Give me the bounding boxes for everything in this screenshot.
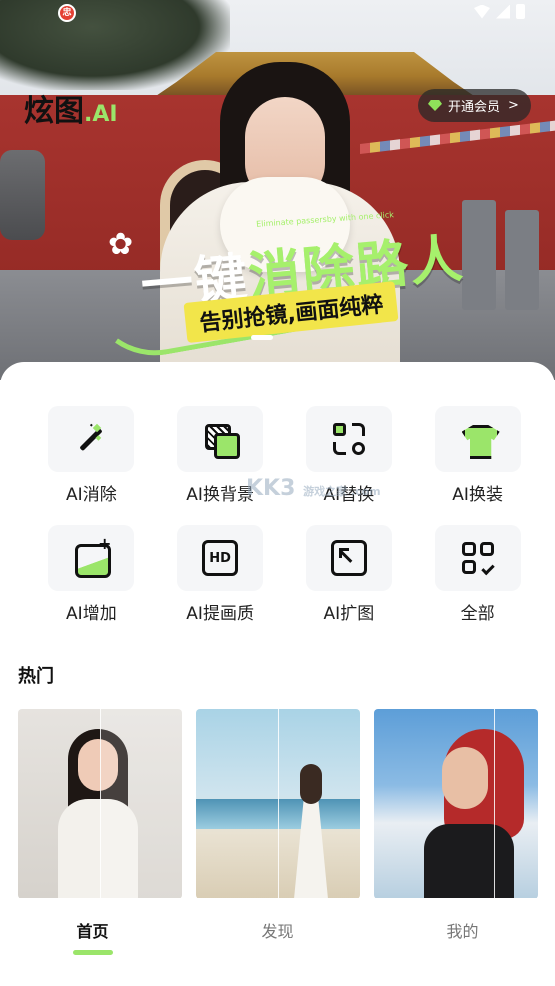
- watermark-text: KK3: [246, 476, 296, 501]
- compare-divider: [278, 709, 279, 899]
- bottom-tab-bar: 首页 发现 我的: [0, 898, 555, 986]
- tool-label: AI换装: [452, 485, 503, 505]
- watermark-sub: 游戏之家 .com: [303, 485, 381, 498]
- battery-icon: [516, 4, 525, 19]
- tab-active-indicator: [72, 950, 113, 955]
- banner-stone-lion: [0, 150, 45, 240]
- hot-card[interactable]: [374, 709, 538, 899]
- hot-card-list: [18, 709, 538, 899]
- hot-card-image: [292, 764, 332, 899]
- tool-label: 全部: [460, 604, 495, 624]
- banner-page-indicator: [251, 335, 273, 340]
- hero-banner[interactable]: ✿ Eliminate passersby with one click 一键消…: [0, 0, 555, 380]
- tool-ai-erase[interactable]: AI消除: [27, 406, 156, 505]
- tab-label: 我的: [446, 922, 479, 941]
- diamond-icon: [428, 100, 442, 111]
- tool-icon-tile: [434, 406, 521, 472]
- tool-label: AI提画质: [186, 604, 254, 624]
- hot-card[interactable]: [18, 709, 182, 899]
- tab-indicator: [258, 950, 298, 955]
- tab-label: 首页: [76, 922, 109, 941]
- tool-icon-tile: [305, 525, 392, 591]
- banner-pillar: [462, 200, 496, 310]
- tool-ai-expand[interactable]: AI扩图: [285, 525, 414, 624]
- vip-button-label: 开通会员: [448, 100, 501, 115]
- add-image-icon: [73, 534, 112, 578]
- tool-icon-tile: [434, 525, 521, 591]
- watermark-logo: KK3 游戏之家 .com: [246, 476, 381, 501]
- tool-label: AI消除: [66, 485, 117, 505]
- wifi-icon: [474, 4, 490, 19]
- tool-ai-enhance[interactable]: HD AI提画质: [156, 525, 285, 624]
- tool-label: AI换背景: [186, 485, 254, 505]
- tool-icon-tile: [305, 406, 392, 472]
- app-logo: 炫图.AI: [24, 86, 118, 130]
- layers-icon: [202, 421, 241, 459]
- content-sheet: AI消除 AI换背景 AI替换 AI换装 AI增加 HD AI提画质 AI扩图: [0, 362, 555, 902]
- expand-icon: [330, 540, 367, 576]
- compare-overlay: [100, 709, 182, 899]
- tool-all[interactable]: 全部: [413, 525, 542, 624]
- tab-indicator: [443, 950, 483, 955]
- tool-icon-tile: [177, 406, 264, 472]
- logo-text: 炫图: [24, 94, 84, 129]
- vip-button[interactable]: 开通会员 >: [418, 89, 531, 122]
- chevron-right-icon: >: [508, 98, 519, 113]
- tool-ai-add[interactable]: AI增加: [27, 525, 156, 624]
- tab-mine[interactable]: 我的: [370, 898, 555, 986]
- status-icons: [474, 4, 525, 19]
- compare-divider: [493, 709, 495, 899]
- app-notification-icon: 忠: [58, 4, 76, 22]
- tool-icon-tile: [48, 406, 135, 472]
- tab-home[interactable]: 首页: [0, 898, 185, 986]
- status-bar: 忠: [0, 0, 555, 28]
- tab-label: 发现: [261, 922, 294, 941]
- hot-card[interactable]: [196, 709, 360, 899]
- tool-icon-tile: [48, 525, 135, 591]
- hd-icon: HD: [202, 540, 239, 576]
- signal-icon: [496, 4, 510, 19]
- shirt-icon: [460, 421, 496, 457]
- hot-card-image: [414, 729, 524, 899]
- tool-label: AI增加: [66, 604, 117, 624]
- tool-ai-outfit[interactable]: AI换装: [413, 406, 542, 505]
- hot-section-title: 热门: [18, 666, 54, 687]
- banner-pillar: [505, 210, 539, 310]
- tool-grid: AI消除 AI换背景 AI替换 AI换装 AI增加 HD AI提画质 AI扩图: [0, 406, 555, 624]
- flower-icon: ✿: [108, 227, 134, 262]
- tab-discover[interactable]: 发现: [185, 898, 370, 986]
- magic-wand-icon: [73, 421, 109, 457]
- swap-icon: [331, 421, 367, 457]
- logo-suffix: .AI: [84, 102, 118, 127]
- grid-icon: [460, 540, 496, 576]
- compare-divider: [100, 709, 101, 899]
- tool-label: AI扩图: [323, 604, 375, 624]
- tool-icon-tile: HD: [177, 525, 264, 591]
